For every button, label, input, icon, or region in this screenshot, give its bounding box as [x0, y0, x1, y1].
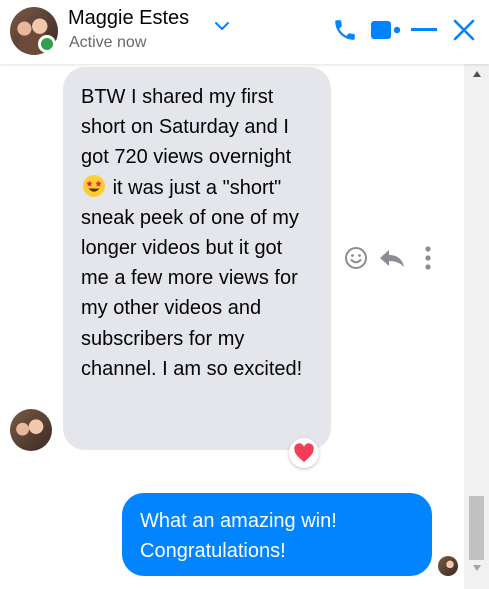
outgoing-message-text: What an amazing win! Congratulations!	[140, 510, 337, 562]
scroll-down-arrow-icon[interactable]	[464, 564, 489, 580]
incoming-message-text: BTW I shared my first short on Saturday …	[81, 82, 313, 384]
chevron-down-icon[interactable]	[214, 20, 230, 32]
heart-icon	[294, 443, 314, 463]
sender-avatar[interactable]	[10, 409, 52, 451]
chat-header: Maggie Estes Active now	[0, 0, 489, 64]
heart-reaction[interactable]	[289, 438, 319, 468]
more-options-icon[interactable]	[423, 245, 433, 271]
active-status-dot	[38, 35, 56, 53]
minimize-icon[interactable]	[411, 28, 437, 32]
close-icon[interactable]	[452, 18, 476, 42]
contact-name[interactable]: Maggie Estes	[68, 7, 189, 30]
star-struck-emoji	[83, 174, 105, 197]
scroll-up-arrow-icon[interactable]	[464, 70, 489, 86]
seen-receipt-avatar	[438, 556, 458, 576]
outgoing-message-bubble[interactable]: What an amazing win! Congratulations!	[122, 493, 432, 576]
message-text-part: it was just a "short" sneak peek of one …	[81, 176, 303, 380]
message-text-part: BTW I shared my first short on Saturday …	[81, 86, 292, 169]
message-actions	[343, 245, 439, 271]
message-thread[interactable]: BTW I shared my first short on Saturday …	[0, 64, 489, 589]
scrollbar-thumb[interactable]	[469, 496, 484, 560]
react-icon[interactable]	[343, 245, 369, 271]
contact-status: Active now	[69, 34, 147, 51]
phone-icon[interactable]	[332, 16, 358, 44]
reply-icon[interactable]	[378, 246, 406, 270]
scrollbar[interactable]	[464, 64, 489, 589]
incoming-message-bubble[interactable]: BTW I shared my first short on Saturday …	[63, 67, 331, 450]
video-camera-icon[interactable]	[369, 16, 405, 44]
